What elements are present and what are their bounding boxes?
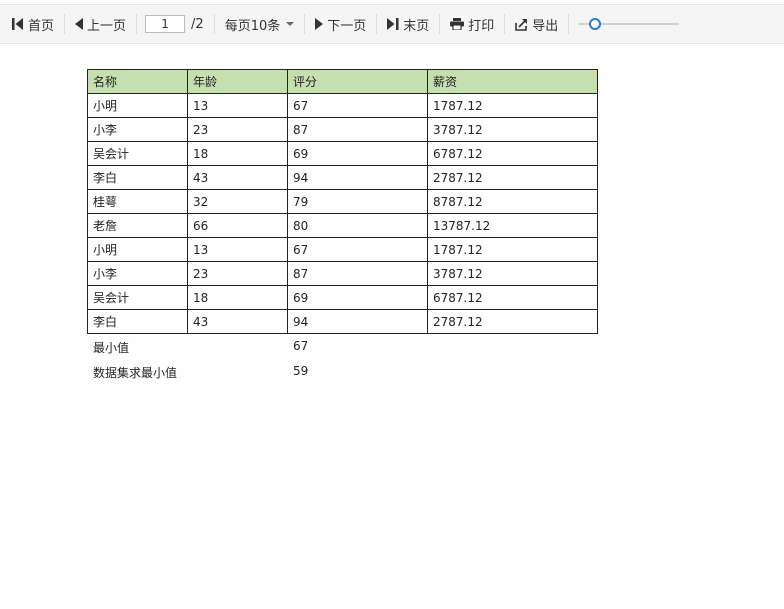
cell-name: 李白 [87,165,188,190]
cell-name: 吴会计 [87,285,188,310]
summary-value: 59 [293,364,309,378]
header-name: 名称 [87,69,188,94]
last-page-button[interactable]: 末页 [381,10,435,38]
cell-score: 80 [287,213,428,238]
divider [136,14,138,34]
zoom-slider[interactable] [579,17,680,31]
cell-age: 18 [187,141,288,166]
next-page-icon [315,18,324,30]
summary-row: 数据集求最小值 59 [87,359,598,384]
cell-salary: 2787.12 [427,165,598,190]
export-button[interactable]: 导出 [509,10,564,38]
cell-salary: 1787.12 [427,93,598,118]
page-number-input[interactable] [145,15,186,33]
cell-salary: 1787.12 [427,237,598,262]
cell-age: 43 [187,165,288,190]
header-salary: 薪资 [427,69,598,94]
table-row: 小李 23 87 3787.12 [87,117,598,142]
divider [304,14,306,34]
cell-score: 69 [287,141,428,166]
export-label: 导出 [532,18,559,34]
summary-label: 最小值 [93,341,130,355]
cell-name: 小李 [87,117,188,142]
cell-age: 13 [187,237,288,262]
total-pages-text: /2 [191,16,204,32]
cell-salary: 13787.12 [427,213,598,238]
cell-salary: 3787.12 [427,261,598,286]
per-page-dropdown[interactable]: 每页10条 [219,10,301,38]
header-score: 评分 [287,69,428,94]
first-page-icon [12,18,23,30]
per-page-label: 每页10条 [224,18,281,34]
prev-page-button[interactable]: 上一页 [69,10,132,38]
table-row: 小李 23 87 3787.12 [87,261,598,286]
next-page-button[interactable]: 下一页 [309,10,372,38]
last-page-icon [387,18,399,30]
table-body: 名称 年龄 评分 薪资 小明 13 67 1787.12 小李 23 87 3787.12 吴会… [87,69,598,334]
table-row: 小明 13 67 1787.12 [87,237,598,262]
print-button[interactable]: 打印 [444,10,500,38]
cell-salary: 6787.12 [427,141,598,166]
cell-name: 吴会计 [87,141,188,166]
cell-score: 67 [287,93,428,118]
divider [504,14,506,34]
cell-name: 小李 [87,261,188,286]
cell-salary: 6787.12 [427,285,598,310]
next-page-label: 下一页 [327,18,367,34]
cell-salary: 8787.12 [427,189,598,214]
table-row: 小明 13 67 1787.12 [87,93,598,118]
cell-name: 小明 [87,237,188,262]
cell-age: 43 [187,309,288,334]
table-row: 吴会计 18 69 6787.12 [87,285,598,310]
cell-score: 94 [287,309,428,334]
cell-score: 87 [287,117,428,142]
chevron-down-icon [286,22,295,26]
cell-score: 69 [287,285,428,310]
export-icon [515,18,528,31]
prev-page-label: 上一页 [87,18,127,34]
prev-page-icon [75,18,84,30]
cell-age: 23 [187,117,288,142]
table-row: 吴会计 18 69 6787.12 [87,141,598,166]
cell-score: 94 [287,165,428,190]
table-row: 李白 43 94 2787.12 [87,309,598,334]
first-page-label: 首页 [28,18,55,34]
cell-score: 79 [287,189,428,214]
cell-salary: 2787.12 [427,309,598,334]
cell-salary: 3787.12 [427,117,598,142]
divider [64,14,66,34]
summary-row: 最小值 67 [87,334,598,359]
data-table: 名称 年龄 评分 薪资 小明 13 67 1787.12 小李 23 87 3787.12 吴会… [87,69,598,334]
divider [376,14,378,34]
summary-value: 67 [293,339,309,353]
cell-name: 李白 [87,309,188,334]
table-row: 李白 43 94 2787.12 [87,165,598,190]
cell-age: 13 [187,93,288,118]
summary-label: 数据集求最小值 [93,366,178,380]
cell-score: 87 [287,261,428,286]
table-row: 桂萼 32 79 8787.12 [87,189,598,214]
zoom-slider-thumb[interactable] [589,18,602,30]
divider [439,14,441,34]
cell-age: 66 [187,213,288,238]
cell-name: 桂萼 [87,189,188,214]
last-page-label: 末页 [403,18,430,34]
divider [568,14,570,34]
report-sheet: 名称 年龄 评分 薪资 小明 13 67 1787.12 小李 23 87 3787.12 吴会… [87,69,598,384]
summary-section: 最小值 67 数据集求最小值 59 [87,334,598,384]
cell-age: 18 [187,285,288,310]
cell-age: 23 [187,261,288,286]
cell-name: 老詹 [87,213,188,238]
divider [213,14,215,34]
cell-age: 32 [187,189,288,214]
table-row: 老詹 66 80 13787.12 [87,213,598,238]
cell-score: 67 [287,237,428,262]
cell-name: 小明 [87,93,188,118]
report-toolbar: 首页 上一页 /2 每页10条 下一页 末页 打印 导出 [0,4,784,44]
printer-icon [450,18,465,30]
print-label: 打印 [468,18,495,34]
first-page-button[interactable]: 首页 [6,10,60,38]
header-age: 年龄 [187,69,288,94]
table-header-row: 名称 年龄 评分 薪资 [87,69,598,94]
